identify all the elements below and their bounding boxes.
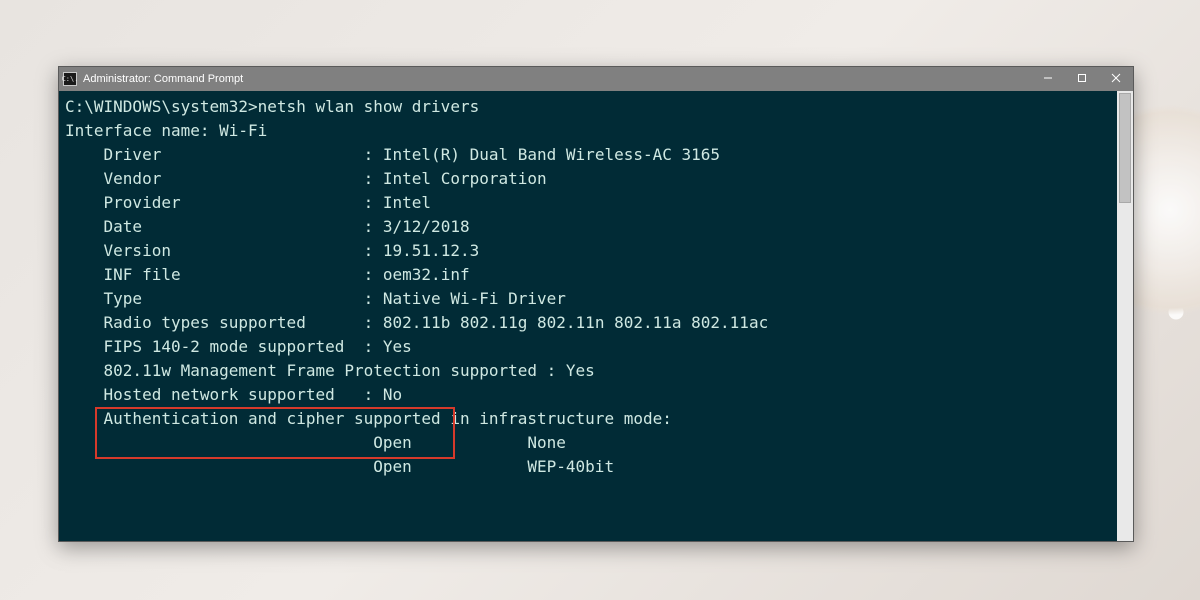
- titlebar[interactable]: C:\. Administrator: Command Prompt: [59, 67, 1133, 91]
- row-label: Hosted network supported :: [65, 385, 383, 404]
- command-text: netsh wlan show drivers: [258, 97, 480, 116]
- row-label: Type :: [65, 289, 383, 308]
- row-value: Intel: [383, 193, 431, 212]
- row-label: Version :: [65, 241, 383, 260]
- row-value: Yes: [383, 337, 412, 356]
- row-value: 19.51.12.3: [383, 241, 479, 260]
- output-row: Hosted network supported : No: [65, 383, 1111, 407]
- terminal-output[interactable]: C:\WINDOWS\system32>netsh wlan show driv…: [59, 91, 1117, 541]
- row-value: Intel Corporation: [383, 169, 547, 188]
- row-label: Radio types supported :: [65, 313, 383, 332]
- cipher-row: Open WEP-40bit: [65, 455, 1111, 479]
- maximize-icon: [1077, 73, 1087, 86]
- output-row: Vendor : Intel Corporation: [65, 167, 1111, 191]
- row-label: INF file :: [65, 265, 383, 284]
- close-button[interactable]: [1099, 67, 1133, 91]
- interface-line: Interface name: Wi-Fi: [65, 119, 1111, 143]
- row-value: 3/12/2018: [383, 217, 470, 236]
- minimize-icon: [1043, 73, 1053, 86]
- cipher-value: None: [527, 433, 566, 452]
- close-icon: [1111, 73, 1121, 86]
- output-row: INF file : oem32.inf: [65, 263, 1111, 287]
- command-prompt-window: C:\. Administrator: Command Prompt C:\WI…: [58, 66, 1134, 542]
- row-value: Native Wi-Fi Driver: [383, 289, 566, 308]
- row-value: 802.11b 802.11g 802.11n 802.11a 802.11ac: [383, 313, 768, 332]
- window-title: Administrator: Command Prompt: [83, 73, 243, 85]
- row-label: Provider :: [65, 193, 383, 212]
- cipher-auth: Open: [373, 457, 527, 476]
- output-row: FIPS 140-2 mode supported : Yes: [65, 335, 1111, 359]
- output-row: Type : Native Wi-Fi Driver: [65, 287, 1111, 311]
- output-row: 802.11w Management Frame Protection supp…: [65, 359, 1111, 383]
- prompt-line: C:\WINDOWS\system32>netsh wlan show driv…: [65, 95, 1111, 119]
- row-value: Yes: [566, 361, 595, 380]
- cipher-value: WEP-40bit: [527, 457, 614, 476]
- minimize-button[interactable]: [1031, 67, 1065, 91]
- output-row: Date : 3/12/2018: [65, 215, 1111, 239]
- prompt-prefix: C:\WINDOWS\system32>: [65, 97, 258, 116]
- row-value: Intel(R) Dual Band Wireless-AC 3165: [383, 145, 720, 164]
- cipher-auth: Open: [373, 433, 527, 452]
- scrollbar-thumb[interactable]: [1119, 93, 1131, 203]
- output-row: Provider : Intel: [65, 191, 1111, 215]
- cipher-indent: [65, 457, 373, 476]
- row-label: Authentication and cipher supported in i…: [65, 409, 672, 428]
- output-row: Radio types supported : 802.11b 802.11g …: [65, 311, 1111, 335]
- row-label: FIPS 140-2 mode supported :: [65, 337, 383, 356]
- vertical-scrollbar[interactable]: [1117, 91, 1133, 541]
- row-label: Vendor :: [65, 169, 383, 188]
- interface-text: Interface name: Wi-Fi: [65, 121, 267, 140]
- row-label: 802.11w Management Frame Protection supp…: [65, 361, 566, 380]
- terminal-area: C:\WINDOWS\system32>netsh wlan show driv…: [59, 91, 1133, 541]
- cipher-indent: [65, 433, 373, 452]
- cipher-row: Open None: [65, 431, 1111, 455]
- output-row: Version : 19.51.12.3: [65, 239, 1111, 263]
- row-value: No: [383, 385, 402, 404]
- app-icon: C:\.: [63, 72, 77, 86]
- row-value: oem32.inf: [383, 265, 470, 284]
- maximize-button[interactable]: [1065, 67, 1099, 91]
- output-row: Authentication and cipher supported in i…: [65, 407, 1111, 431]
- output-row: Driver : Intel(R) Dual Band Wireless-AC …: [65, 143, 1111, 167]
- row-label: Driver :: [65, 145, 383, 164]
- row-label: Date :: [65, 217, 383, 236]
